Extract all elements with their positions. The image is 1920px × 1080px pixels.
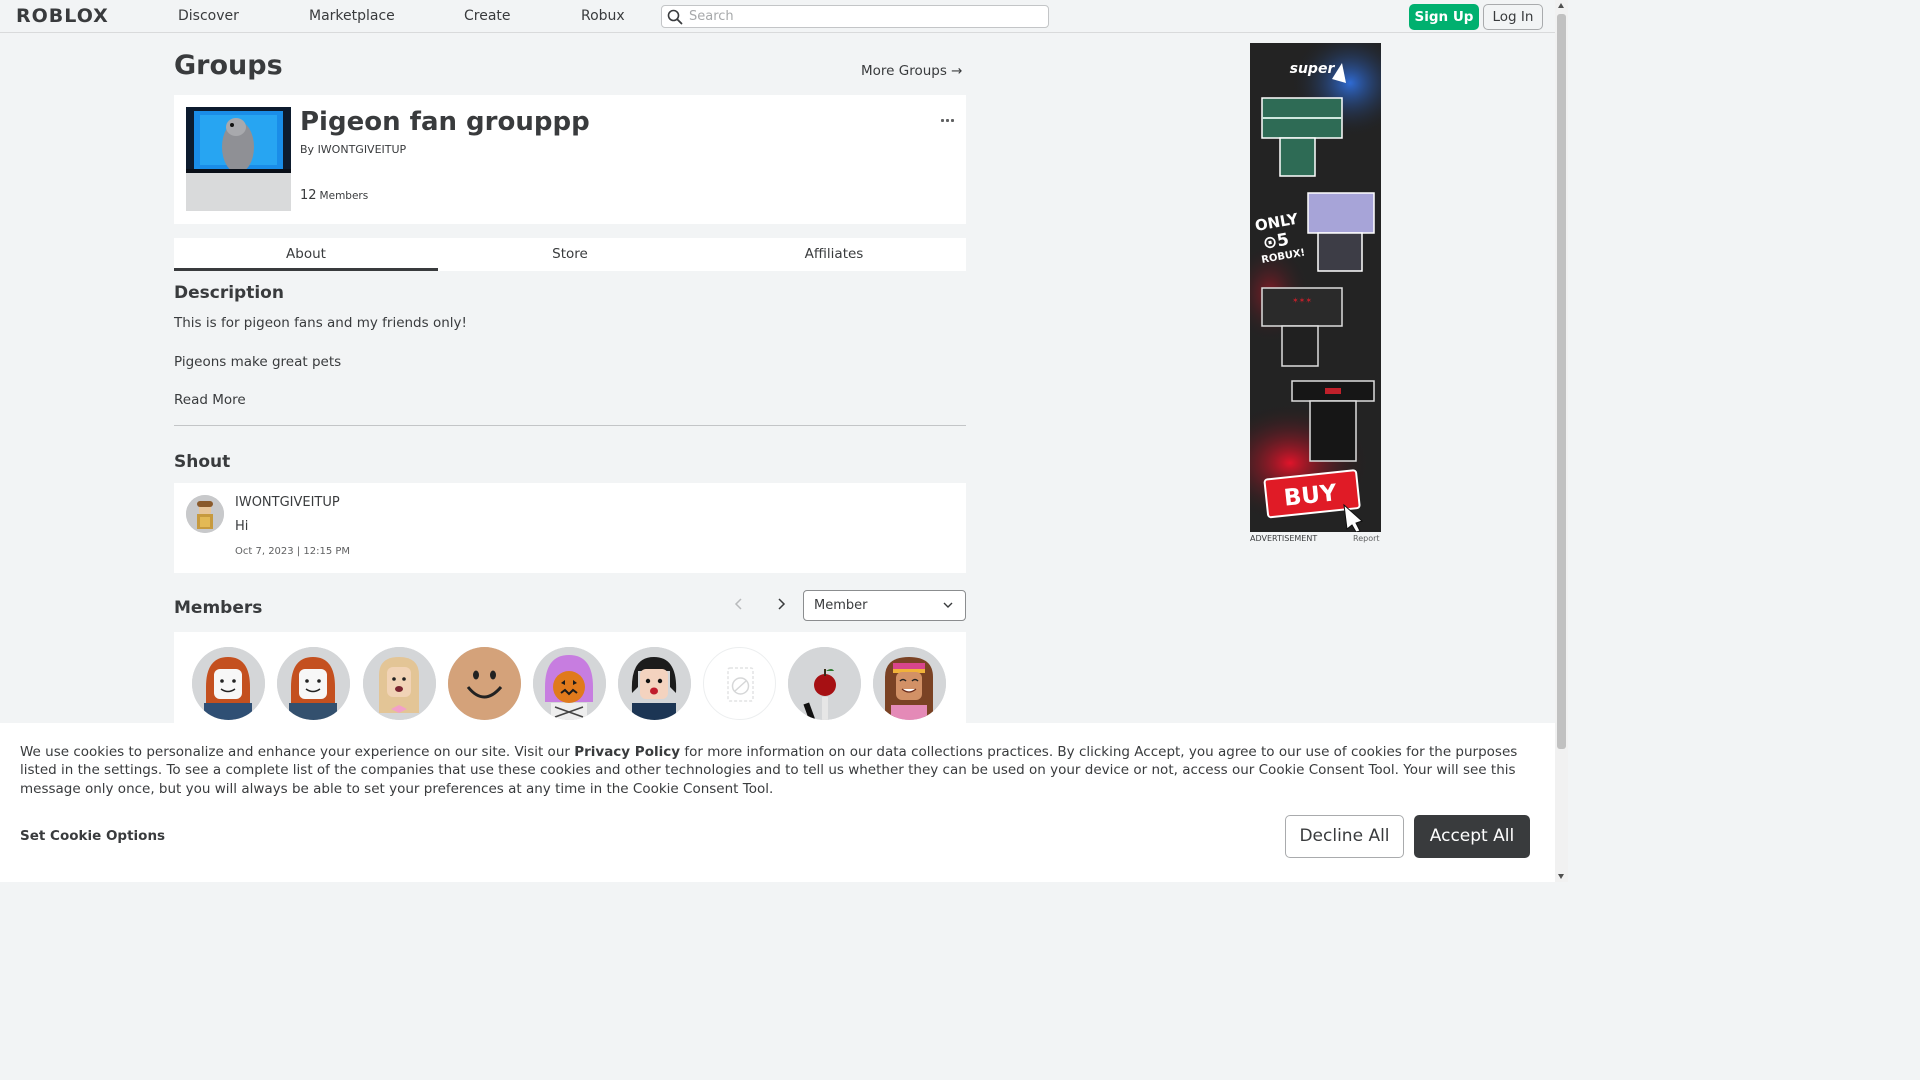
description-line-1: This is for pigeon fans and my friends o… xyxy=(174,315,467,331)
tab-store[interactable]: Store xyxy=(438,238,702,271)
member-avatar[interactable] xyxy=(192,647,265,720)
page-scrollbar[interactable] xyxy=(1555,0,1568,882)
members-prev-button[interactable] xyxy=(729,594,749,614)
advertisement-banner[interactable]: super ONLY ⊙5 ROBUX! ✶✶✶ BUY xyxy=(1250,43,1381,532)
shout-message: Hi xyxy=(235,519,249,534)
shout-username-link[interactable]: IWONTGIVEITUP xyxy=(235,495,340,510)
accept-all-button[interactable]: Accept All xyxy=(1414,815,1530,858)
svg-text:✶✶✶: ✶✶✶ xyxy=(1292,296,1312,305)
ad-report-link[interactable]: Report xyxy=(1353,534,1380,543)
cookie-consent-banner: We use cookies to personalize and enhanc… xyxy=(0,723,1555,882)
member-role-dropdown[interactable]: Member xyxy=(803,590,966,621)
chevron-right-icon xyxy=(778,598,786,610)
ad-brand-logo: super xyxy=(1290,61,1336,77)
member-avatar[interactable] xyxy=(788,647,861,720)
member-count-value: 12 xyxy=(300,188,317,203)
member-avatar[interactable] xyxy=(448,647,521,720)
member-avatar[interactable] xyxy=(277,647,350,720)
scrollbar-thumb[interactable] xyxy=(1557,14,1566,749)
tab-about[interactable]: About xyxy=(174,238,438,271)
shout-heading: Shout xyxy=(174,452,231,472)
scroll-down-arrow-icon[interactable] xyxy=(1558,874,1564,879)
chevron-down-icon xyxy=(943,602,953,608)
advertisement-label: ADVERTISEMENT xyxy=(1250,534,1318,543)
section-divider xyxy=(174,425,966,426)
shout-user-avatar[interactable] xyxy=(186,495,224,533)
scroll-up-arrow-icon[interactable] xyxy=(1558,3,1564,8)
blocked-image-icon xyxy=(727,667,754,702)
roblox-logo[interactable]: ROBLOX xyxy=(16,5,109,27)
ad-buy-text: BUY xyxy=(1283,480,1339,511)
search-box[interactable] xyxy=(661,5,1049,28)
member-avatar[interactable] xyxy=(873,647,946,720)
chevron-left-icon xyxy=(734,598,742,610)
more-options-icon[interactable] xyxy=(941,107,957,122)
nav-robux[interactable]: Robux xyxy=(581,8,625,24)
group-owner-line: By IWONTGIVEITUP xyxy=(300,143,406,156)
nav-discover[interactable]: Discover xyxy=(178,8,239,24)
cookie-message: We use cookies to personalize and enhanc… xyxy=(20,743,1540,798)
group-emblem-image xyxy=(186,107,291,211)
top-navigation: ROBLOX Discover Marketplace Create Robux… xyxy=(0,0,1555,33)
nav-marketplace[interactable]: Marketplace xyxy=(309,8,395,24)
search-input[interactable] xyxy=(689,7,1039,26)
group-tabs: About Store Affiliates xyxy=(174,238,966,271)
decline-all-button[interactable]: Decline All xyxy=(1285,815,1404,858)
description-line-2: Pigeons make great pets xyxy=(174,354,342,370)
group-owner-link[interactable]: IWONTGIVEITUP xyxy=(318,143,407,156)
shout-card: IWONTGIVEITUP Hi Oct 7, 2023 | 12:15 PM xyxy=(174,483,966,573)
group-member-count: 12 Members xyxy=(300,188,368,203)
group-name: Pigeon fan grouppp xyxy=(300,107,590,137)
read-more-link[interactable]: Read More xyxy=(174,392,246,408)
role-selected-value: Member xyxy=(814,598,868,613)
members-list xyxy=(174,632,966,732)
log-in-button[interactable]: Log In xyxy=(1483,4,1543,30)
cookie-text-before: We use cookies to personalize and enhanc… xyxy=(20,744,575,760)
privacy-policy-link[interactable]: Privacy Policy xyxy=(574,744,680,760)
member-avatar[interactable] xyxy=(533,647,606,720)
group-header-card: Pigeon fan grouppp By IWONTGIVEITUP 12 Me… xyxy=(174,95,966,224)
sign-up-button[interactable]: Sign Up xyxy=(1409,4,1479,30)
member-count-label: Members xyxy=(319,190,369,202)
members-next-button[interactable] xyxy=(771,594,791,614)
tab-affiliates[interactable]: Affiliates xyxy=(702,238,966,271)
shout-timestamp: Oct 7, 2023 | 12:15 PM xyxy=(235,546,351,557)
search-icon xyxy=(667,9,683,25)
group-by-prefix: By xyxy=(300,143,318,156)
page-title: Groups xyxy=(174,50,283,81)
members-heading: Members xyxy=(174,598,263,618)
more-groups-link[interactable]: More Groups → xyxy=(861,63,963,79)
description-heading: Description xyxy=(174,283,284,303)
set-cookie-options-link[interactable]: Set Cookie Options xyxy=(20,828,165,844)
member-avatar[interactable] xyxy=(363,647,436,720)
member-avatar-unavailable[interactable] xyxy=(703,647,776,720)
member-avatar[interactable] xyxy=(618,647,691,720)
nav-create[interactable]: Create xyxy=(464,8,511,24)
